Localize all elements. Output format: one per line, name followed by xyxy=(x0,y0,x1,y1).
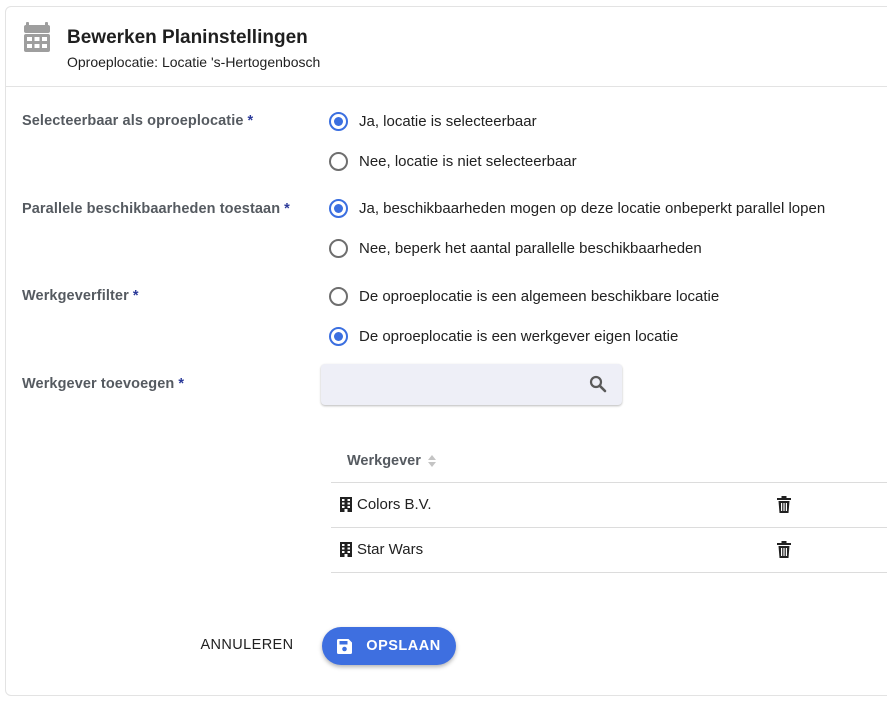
radio-label[interactable]: De oproeplocatie is een algemeen beschik… xyxy=(359,288,719,305)
employer-name: Star Wars xyxy=(357,541,424,558)
selectable-label-text: Selecteerbaar als oproeplocatie xyxy=(22,113,244,129)
selectable-label: Selecteerbaar als oproeplocatie * xyxy=(22,113,253,129)
required-marker: * xyxy=(132,288,139,304)
add-employer-label: Werkgever toevoegen * xyxy=(22,376,184,392)
column-header-werkgever[interactable]: Werkgever xyxy=(347,453,437,469)
sort-icon[interactable] xyxy=(427,454,437,468)
employer-search-input[interactable] xyxy=(321,364,581,405)
radio-selectable-no[interactable]: Nee, locatie is niet selecteerbaar xyxy=(329,150,577,172)
radio-button-checked[interactable] xyxy=(329,198,348,218)
employer-table: Werkgever Colors B.V. Star Wars xyxy=(331,439,887,573)
radio-employer-general[interactable]: De oproeplocatie is een algemeen beschik… xyxy=(329,285,719,307)
radio-button-checked[interactable] xyxy=(329,326,348,346)
required-marker: * xyxy=(247,113,254,129)
table-row: Star Wars xyxy=(331,528,887,573)
radio-employer-own[interactable]: De oproeplocatie is een werkgever eigen … xyxy=(329,325,678,347)
employer-name: Colors B.V. xyxy=(357,496,432,513)
radio-label[interactable]: Ja, beschikbaarheden mogen op deze locat… xyxy=(359,200,825,217)
employer-search-field[interactable] xyxy=(321,364,622,405)
radio-parallel-yes[interactable]: Ja, beschikbaarheden mogen op deze locat… xyxy=(329,197,825,219)
page-title: Bewerken Planinstellingen xyxy=(67,27,308,48)
radio-button[interactable] xyxy=(329,151,348,171)
parallel-label: Parallele beschikbaarheden toestaan * xyxy=(22,201,290,217)
card-header: Bewerken Planinstellingen Oproeplocatie:… xyxy=(6,7,887,87)
radio-label[interactable]: Nee, locatie is niet selecteerbaar xyxy=(359,153,577,170)
page-subtitle: Oproeplocatie: Locatie 's-Hertogenbosch xyxy=(67,54,321,70)
building-icon xyxy=(340,542,352,557)
column-header-label[interactable]: Werkgever xyxy=(347,453,421,469)
parallel-label-text: Parallele beschikbaarheden toestaan xyxy=(22,201,281,217)
trash-icon[interactable] xyxy=(777,496,791,513)
radio-button-checked[interactable] xyxy=(329,111,348,131)
radio-label[interactable]: De oproeplocatie is een werkgever eigen … xyxy=(359,328,678,345)
settings-card: Bewerken Planinstellingen Oproeplocatie:… xyxy=(5,6,887,696)
employer-filter-label-text: Werkgeverfilter xyxy=(22,288,129,304)
radio-button[interactable] xyxy=(329,238,348,258)
search-icon[interactable] xyxy=(589,375,607,393)
radio-parallel-no[interactable]: Nee, beperk het aantal parallelle beschi… xyxy=(329,237,702,259)
radio-label[interactable]: Nee, beperk het aantal parallelle beschi… xyxy=(359,240,702,257)
required-marker: * xyxy=(284,201,290,217)
floppy-disk-icon xyxy=(337,638,353,654)
calendar-icon xyxy=(24,22,50,52)
table-header: Werkgever xyxy=(331,439,887,483)
required-marker: * xyxy=(178,376,185,392)
add-employer-label-text: Werkgever toevoegen xyxy=(22,376,175,392)
cancel-button[interactable]: ANNULEREN xyxy=(192,627,302,663)
radio-selectable-yes[interactable]: Ja, locatie is selecteerbaar xyxy=(329,110,537,132)
building-icon xyxy=(340,497,352,512)
save-button-label[interactable]: OPSLAAN xyxy=(366,638,440,654)
table-row: Colors B.V. xyxy=(331,483,887,528)
save-button[interactable]: OPSLAAN xyxy=(322,627,456,665)
trash-icon[interactable] xyxy=(777,541,791,558)
radio-label[interactable]: Ja, locatie is selecteerbaar xyxy=(359,113,537,130)
radio-button[interactable] xyxy=(329,286,348,306)
employer-filter-label: Werkgeverfilter * xyxy=(22,288,139,304)
